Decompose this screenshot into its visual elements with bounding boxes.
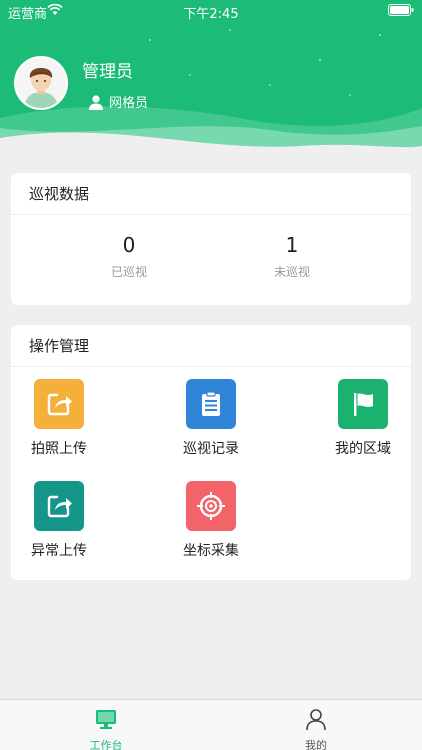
stat-unpatrolled[interactable]: 1 未巡视 — [212, 233, 372, 280]
person-icon — [306, 709, 326, 731]
status-bar: 运营商 下午2:45 — [0, 0, 422, 22]
op-patrol-record[interactable]: 巡视记录 — [166, 379, 256, 458]
share-upload-icon — [34, 481, 84, 531]
tab-workbench[interactable]: 工作台 — [66, 707, 146, 750]
user-name: 管理员 — [82, 62, 133, 82]
tab-bar: 工作台 我的 — [0, 699, 422, 750]
operations-card: 操作管理 拍照上传 巡视记录 我的区域 异常上传 坐标采集 — [11, 325, 411, 580]
patrol-data-title: 巡视数据 — [11, 173, 411, 215]
tab-workbench-label: 工作台 — [89, 739, 123, 750]
target-icon — [186, 481, 236, 531]
tab-mine[interactable]: 我的 — [276, 707, 356, 750]
op-anomaly-upload[interactable]: 异常上传 — [14, 481, 104, 560]
stat-unpatrolled-label: 未巡视 — [273, 265, 310, 279]
stat-unpatrolled-value: 1 — [285, 233, 299, 257]
stat-patrolled[interactable]: 0 已巡视 — [49, 233, 209, 280]
patrol-data-card: 巡视数据 0 已巡视 1 未巡视 — [11, 173, 411, 305]
stat-patrolled-label: 已巡视 — [110, 265, 147, 279]
flag-icon — [338, 379, 388, 429]
op-photo-upload[interactable]: 拍照上传 — [14, 379, 104, 458]
monitor-icon — [96, 710, 116, 729]
op-my-area[interactable]: 我的区域 — [318, 379, 408, 458]
op-my-area-label: 我的区域 — [335, 441, 391, 457]
clipboard-icon — [186, 379, 236, 429]
avatar[interactable] — [14, 56, 68, 110]
operations-title: 操作管理 — [11, 325, 411, 367]
share-upload-icon — [34, 379, 84, 429]
user-role-label: 网格员 — [109, 96, 149, 111]
op-anomaly-upload-label: 异常上传 — [31, 543, 87, 559]
status-time: 下午2:45 — [183, 7, 239, 22]
op-coordinate-capture[interactable]: 坐标采集 — [166, 481, 256, 560]
user-icon — [89, 94, 103, 110]
op-coordinate-capture-label: 坐标采集 — [183, 543, 239, 559]
stat-patrolled-value: 0 — [122, 233, 136, 257]
user-role: 网格员 — [88, 92, 148, 111]
op-photo-upload-label: 拍照上传 — [31, 441, 87, 457]
profile-header: 运营商 下午2:45 管理员 网格员 — [0, 0, 422, 160]
avatar-illustration-icon — [16, 58, 66, 108]
op-patrol-record-label: 巡视记录 — [183, 441, 239, 457]
battery-icon — [388, 4, 414, 20]
tab-mine-label: 我的 — [305, 739, 327, 750]
